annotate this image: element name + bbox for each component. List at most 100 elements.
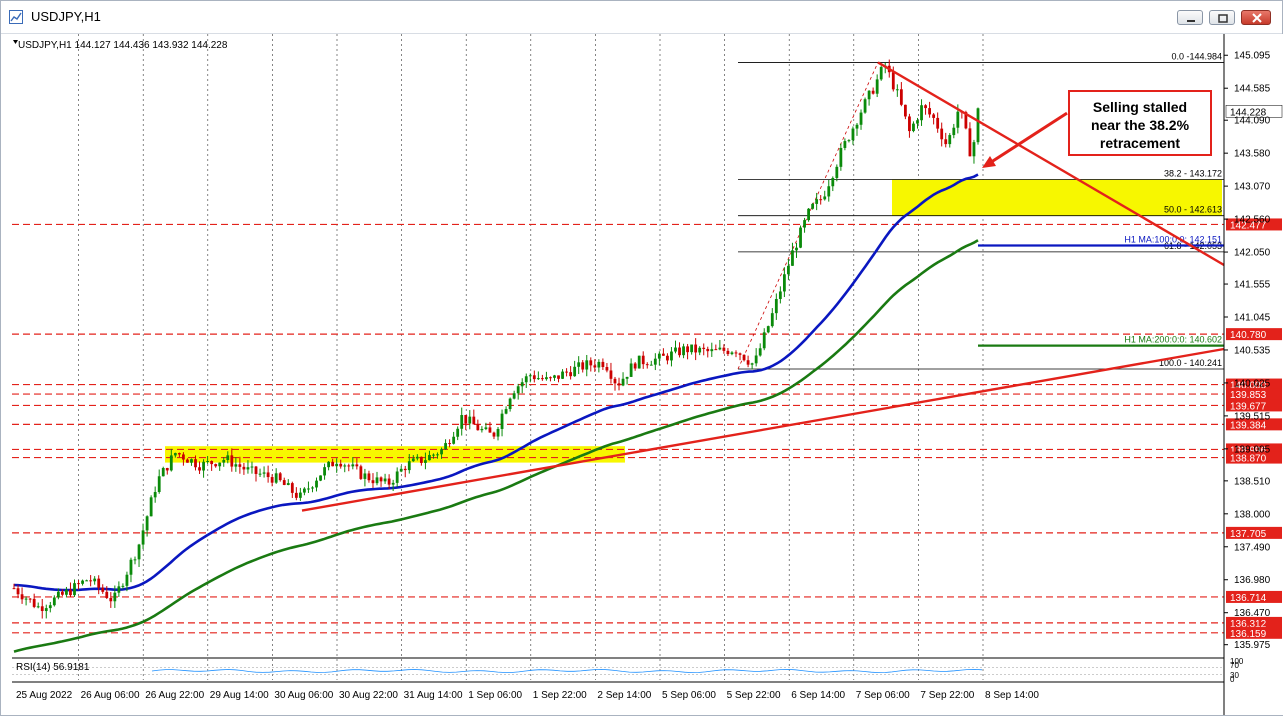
candle-body <box>432 454 435 456</box>
candle-body <box>879 67 883 80</box>
candle-body <box>109 597 113 602</box>
candle-body <box>577 362 581 367</box>
candle-body <box>952 127 956 136</box>
candle-body <box>895 89 899 91</box>
candle-body <box>367 473 371 481</box>
candle-body <box>145 516 149 531</box>
candle-body <box>641 355 645 365</box>
candle-body <box>762 332 766 349</box>
candle-body <box>742 354 746 361</box>
candle-body <box>545 377 548 380</box>
close-button[interactable] <box>1241 10 1271 25</box>
candle-body <box>589 360 593 366</box>
title-bar[interactable]: USDJPY,H1 <box>1 1 1282 34</box>
x-tick-label: 31 Aug 14:00 <box>404 690 463 701</box>
candle-body <box>492 432 496 437</box>
candle-body <box>464 415 468 424</box>
y-tick-label: 138.510 <box>1234 476 1271 487</box>
candle-body <box>899 89 903 105</box>
candle-body <box>532 375 536 380</box>
candle-body <box>294 492 298 498</box>
candle-body <box>258 473 262 475</box>
candle-body <box>476 424 480 431</box>
candle-body <box>89 580 93 582</box>
candle-body <box>948 135 952 145</box>
candle-body <box>73 583 76 596</box>
candle-body <box>444 443 447 450</box>
candle-body <box>186 459 189 463</box>
candle-body <box>766 326 770 333</box>
candle-body <box>520 382 524 387</box>
minimize-button[interactable] <box>1177 10 1203 25</box>
candle-body <box>625 376 629 379</box>
candle-body <box>835 166 839 178</box>
candle-body <box>335 463 339 467</box>
y-tick-label: 138.000 <box>1234 509 1271 520</box>
y-tick-label: 143.070 <box>1234 182 1271 193</box>
x-tick-label: 1 Sep 22:00 <box>533 690 587 701</box>
minimize-icon <box>1187 20 1195 22</box>
candle-body <box>52 597 56 606</box>
candle-body <box>347 465 351 467</box>
fib-label: 38.2 - 143.172 <box>1164 169 1222 179</box>
candle-body <box>456 428 460 437</box>
candle-body <box>754 355 758 364</box>
candle-body <box>460 415 464 429</box>
candle-body <box>97 578 101 588</box>
candle-body <box>819 199 823 201</box>
candle-body <box>661 353 665 356</box>
y-tick-label: 143.580 <box>1234 149 1271 160</box>
candle-body <box>323 467 326 476</box>
candle-body <box>488 427 492 433</box>
candle-body <box>415 456 419 459</box>
candle-body <box>424 460 427 463</box>
candle-body <box>169 455 173 471</box>
y-tick-label: 145.095 <box>1234 51 1271 62</box>
y-tick-label: 142.560 <box>1234 215 1271 226</box>
candle-body <box>621 378 625 386</box>
y-tick-label: 139.005 <box>1234 444 1271 455</box>
candle-body <box>528 375 532 377</box>
candle-body <box>863 99 867 113</box>
candle-body <box>448 443 452 445</box>
candle-body <box>565 371 568 373</box>
candle-body <box>653 358 657 365</box>
candle-body <box>194 459 197 468</box>
candle-body <box>686 346 689 353</box>
candle-body <box>601 361 605 368</box>
candle-body <box>908 116 911 132</box>
candle-body <box>956 111 960 128</box>
candle-body <box>484 427 488 430</box>
candle-body <box>173 453 177 456</box>
y-tick-label: 140.535 <box>1234 345 1271 356</box>
candle-body <box>940 128 944 140</box>
candle-body <box>722 347 726 351</box>
candle-body <box>270 477 274 483</box>
candle-body <box>153 492 157 498</box>
x-tick-label: 1 Sep 06:00 <box>468 690 522 701</box>
candle-body <box>799 227 802 248</box>
candle-body <box>645 364 649 366</box>
level-label: 136.159 <box>1230 629 1267 640</box>
candle-body <box>351 464 355 467</box>
candle-body <box>903 104 907 117</box>
annotation-line-3: retracement <box>1099 135 1181 151</box>
candle-body <box>839 147 843 167</box>
restore-button[interactable] <box>1209 10 1235 25</box>
candle-body <box>561 371 564 379</box>
candle-body <box>468 416 472 424</box>
annotation-line-1: Selling stalled <box>1092 99 1188 115</box>
candle-body <box>770 313 774 327</box>
candle-body <box>230 455 234 467</box>
candle-body <box>206 460 210 462</box>
candle-body <box>976 108 980 143</box>
candle-body <box>407 461 411 471</box>
y-tick-label: 142.050 <box>1234 248 1271 259</box>
candle-body <box>262 472 266 474</box>
candle-body <box>540 378 544 380</box>
candle-body <box>343 465 347 467</box>
candle-body <box>734 352 738 354</box>
candle-body <box>508 398 512 410</box>
candle-body <box>266 472 270 478</box>
x-tick-label: 7 Sep 22:00 <box>920 690 974 701</box>
